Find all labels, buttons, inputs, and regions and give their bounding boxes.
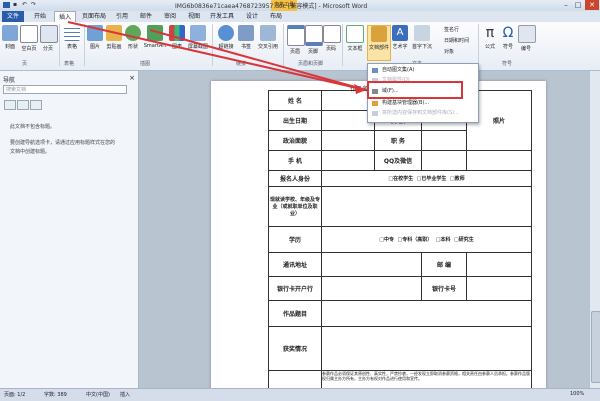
menu-label: 构建基块管理器(B)... (382, 100, 430, 106)
status-words[interactable]: 字数: 389 (44, 391, 67, 398)
autotext-icon (372, 68, 378, 73)
menu-item-autotext[interactable]: 自动图文集(A) (370, 66, 474, 75)
menu-item-building-blocks[interactable]: 构建基块管理器(B)... (370, 99, 474, 108)
menu-label: 自动图文集(A) (382, 67, 415, 73)
status-bar: 页面: 1/2 字数: 389 中文(中国) 插入 100% (0, 388, 600, 401)
status-page[interactable]: 页面: 1/2 (4, 391, 25, 398)
arrow-line-2 (149, 29, 367, 91)
annotation-arrow (67, 21, 367, 94)
zoom-level[interactable]: 100% (570, 391, 584, 397)
arrow-line-1 (67, 21, 367, 91)
scrollbar-thumb[interactable] (591, 311, 600, 383)
menu-item-save-selection[interactable]: 将所选内容保存到文档部件库(S)... (370, 109, 474, 118)
menu-label: 将所选内容保存到文档部件库(S)... (382, 110, 459, 116)
building-blocks-icon (372, 101, 378, 106)
status-insert-mode[interactable]: 插入 (120, 391, 130, 398)
vertical-scrollbar[interactable] (589, 71, 600, 388)
highlight-box (367, 81, 463, 99)
status-language[interactable]: 中文(中国) (86, 391, 110, 398)
save-selection-icon (372, 111, 378, 116)
